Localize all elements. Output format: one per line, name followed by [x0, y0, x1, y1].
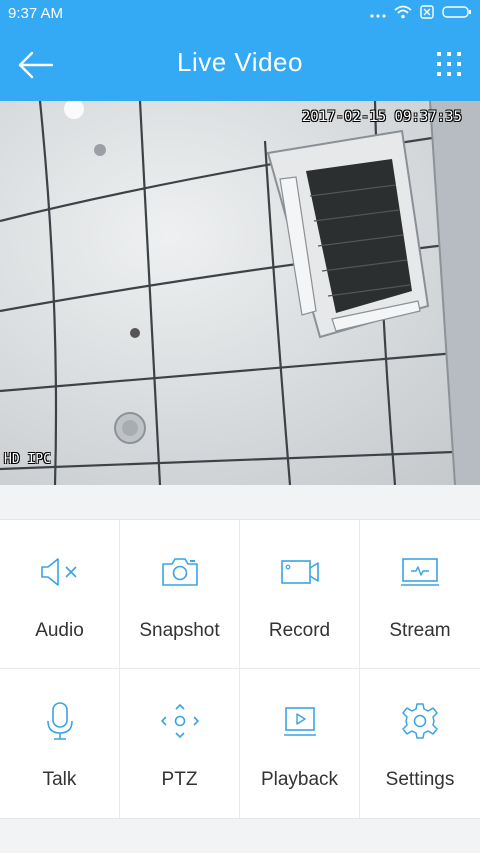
video-camera-icon [280, 560, 319, 584]
play-screen-icon [283, 707, 316, 736]
ptz-label: PTZ [161, 769, 198, 790]
video-timestamp: 2017-02-15 09:37:35 [301, 109, 462, 125]
control-grid: Audio Snapshot Record Stream Talk PTZ Pl… [0, 519, 480, 819]
battery-icon [442, 6, 471, 18]
audio-button[interactable]: Audio [0, 520, 120, 669]
snapshot-button[interactable]: Snapshot [120, 520, 240, 669]
direction-pad-icon [160, 703, 199, 739]
stream-button[interactable]: Stream [360, 520, 480, 669]
app-bar: Live Video [0, 27, 480, 101]
camera-icon [161, 558, 198, 586]
stream-label: Stream [389, 620, 451, 641]
grid-menu-button[interactable] [436, 51, 462, 77]
system-icons [370, 5, 472, 19]
record-label: Record [268, 620, 331, 641]
talk-label: Talk [42, 769, 77, 790]
page-title: Live Video [177, 47, 303, 77]
no-sim-icon [420, 5, 434, 19]
more-dots-icon [370, 14, 386, 18]
gear-icon [402, 703, 438, 739]
status-time: 9:37 AM [8, 5, 64, 22]
speaker-muted-icon [40, 558, 77, 586]
microphone-icon [46, 702, 73, 740]
snapshot-label: Snapshot [139, 620, 220, 641]
channel-label: HD IPC [4, 452, 51, 467]
audio-label: Audio [35, 620, 84, 641]
ptz-button[interactable]: PTZ [120, 669, 240, 818]
talk-button[interactable]: Talk [0, 669, 120, 818]
grid-dots-icon [437, 52, 461, 76]
settings-label: Settings [385, 769, 455, 790]
settings-button[interactable]: Settings [360, 669, 480, 818]
wifi-icon [394, 5, 412, 19]
live-video-view[interactable]: 2017-02-15 09:37:35 HD IPC [0, 101, 480, 485]
playback-label: Playback [260, 769, 339, 790]
camera-feed-image [0, 101, 480, 485]
status-bar: 9:37 AM [0, 0, 480, 27]
playback-button[interactable]: Playback [240, 669, 360, 818]
monitor-icon [401, 558, 439, 586]
record-button[interactable]: Record [240, 520, 360, 669]
